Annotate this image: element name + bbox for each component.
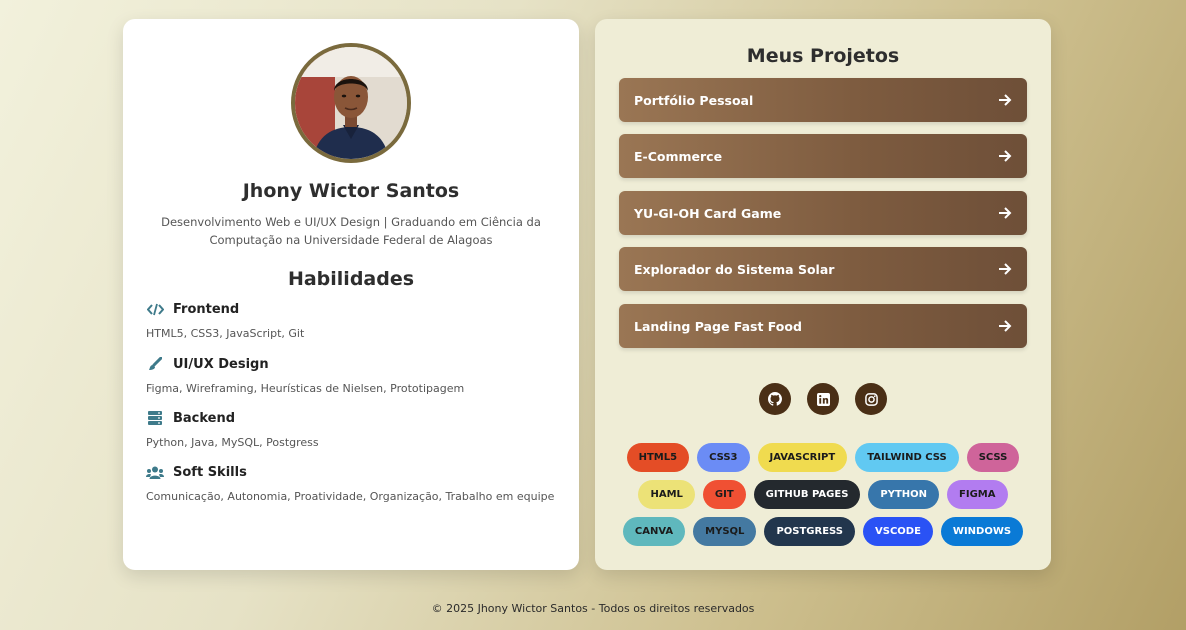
arrow-right-icon	[999, 320, 1012, 332]
project-label: Explorador do Sistema Solar	[634, 261, 835, 277]
skill-name: Soft Skills	[173, 464, 247, 480]
github-link[interactable]	[759, 383, 791, 415]
linkedin-link[interactable]	[807, 383, 839, 415]
projects-card: Meus Projetos Portfólio Pessoal E-Commer…	[595, 19, 1051, 570]
project-label: Portfólio Pessoal	[634, 92, 754, 108]
social-links	[595, 383, 1051, 415]
tag-windows: WINDOWS	[940, 517, 1024, 546]
skill-softskills: Soft Skills Comunicação, Autonomia, Proa…	[146, 464, 556, 506]
project-button-ecommerce[interactable]: E-Commerce	[619, 134, 1027, 178]
profile-name: Jhony Wictor Santos	[242, 180, 460, 202]
project-button-portfolio[interactable]: Portfólio Pessoal	[619, 78, 1027, 122]
arrow-right-icon	[999, 150, 1012, 162]
skill-desc: Comunicação, Autonomia, Proatividade, Or…	[146, 490, 555, 503]
project-label: E-Commerce	[634, 148, 723, 164]
skill-name: Backend	[173, 410, 236, 426]
tag-mysql: MYSQL	[693, 517, 757, 546]
arrow-right-icon	[999, 207, 1012, 219]
projects-title: Meus Projetos	[746, 45, 900, 67]
server-icon	[146, 410, 164, 426]
tag-postgress: POSTGRESS	[764, 517, 855, 546]
tag-github-pages: GITHUB PAGES	[753, 480, 861, 509]
project-label: YU-GI-OH Card Game	[634, 205, 782, 221]
project-button-yugioh[interactable]: YU-GI-OH Card Game	[619, 191, 1027, 235]
code-icon	[146, 301, 164, 317]
project-button-fast-food[interactable]: Landing Page Fast Food	[619, 304, 1027, 348]
brush-icon	[146, 356, 164, 372]
arrow-right-icon	[999, 94, 1012, 106]
project-label: Landing Page Fast Food	[634, 318, 802, 334]
users-icon	[146, 464, 164, 480]
tag-vscode: VSCODE	[863, 517, 933, 546]
skill-desc: Figma, Wireframing, Heurísticas de Niels…	[146, 382, 465, 395]
profile-bio: Desenvolvimento Web e UI/UX Design | Gra…	[161, 215, 541, 247]
linkedin-icon	[816, 392, 830, 406]
skill-name: Frontend	[173, 301, 240, 317]
tag-scss: SCSS	[966, 443, 1020, 472]
avatar	[291, 43, 411, 163]
skill-frontend: Frontend HTML5, CSS3, JavaScript, Git	[146, 301, 556, 343]
skill-desc: Python, Java, MySQL, Postgress	[146, 436, 319, 449]
project-button-solar-system[interactable]: Explorador do Sistema Solar	[619, 247, 1027, 291]
skill-uiux: UI/UX Design Figma, Wireframing, Heuríst…	[146, 356, 556, 398]
tag-canva: CANVA	[622, 517, 686, 546]
avatar-photo	[295, 47, 407, 159]
tag-javascript: JAVASCRIPT	[757, 443, 848, 472]
arrow-right-icon	[999, 263, 1012, 275]
tag-python: PYTHON	[868, 480, 940, 509]
skill-backend: Backend Python, Java, MySQL, Postgress	[146, 410, 556, 452]
tag-tailwind: TAILWIND CSS	[855, 443, 959, 472]
skill-desc: HTML5, CSS3, JavaScript, Git	[146, 327, 305, 340]
tag-html5: HTML5	[626, 443, 690, 472]
tag-row: HAML GIT GITHUB PAGES PYTHON FIGMA	[615, 480, 1031, 509]
skills-title: Habilidades	[287, 268, 415, 290]
tag-row: CANVA MYSQL POSTGRESS VSCODE WINDOWS	[615, 517, 1031, 546]
instagram-link[interactable]	[855, 383, 887, 415]
tag-haml: HAML	[638, 480, 695, 509]
github-icon	[768, 392, 782, 406]
profile-card: Jhony Wictor Santos Desenvolvimento Web …	[123, 19, 579, 570]
tag-figma: FIGMA	[947, 480, 1008, 509]
tag-css3: CSS3	[697, 443, 750, 472]
instagram-icon	[864, 392, 878, 406]
tag-row: HTML5 CSS3 JAVASCRIPT TAILWIND CSS SCSS	[615, 443, 1031, 472]
tag-git: GIT	[702, 480, 746, 509]
skill-name: UI/UX Design	[173, 356, 269, 372]
footer-copyright: © 2025 Jhony Wictor Santos - Todos os di…	[431, 602, 755, 615]
